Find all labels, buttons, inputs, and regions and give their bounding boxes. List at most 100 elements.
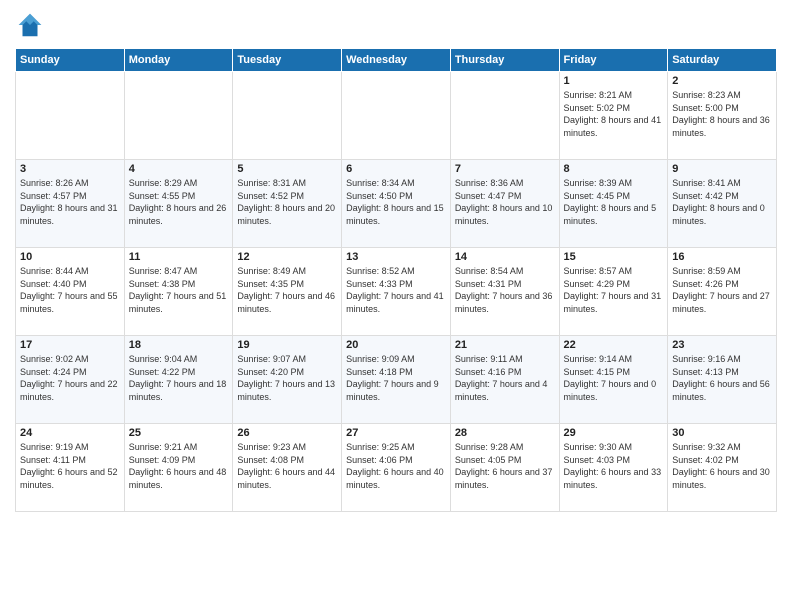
day-number: 8: [564, 163, 664, 175]
day-info: Sunrise: 9:21 AMSunset: 4:09 PMDaylight:…: [129, 441, 229, 491]
day-number: 18: [129, 339, 229, 351]
day-info: Sunrise: 9:09 AMSunset: 4:18 PMDaylight:…: [346, 353, 446, 403]
calendar-day-cell: 19 Sunrise: 9:07 AMSunset: 4:20 PMDayligh…: [233, 336, 342, 424]
day-number: 23: [672, 339, 772, 351]
calendar-day-cell: 17 Sunrise: 9:02 AMSunset: 4:24 PMDayligh…: [16, 336, 125, 424]
day-number: 26: [237, 427, 337, 439]
day-number: 24: [20, 427, 120, 439]
day-number: 4: [129, 163, 229, 175]
calendar-day-cell: 21 Sunrise: 9:11 AMSunset: 4:16 PMDayligh…: [450, 336, 559, 424]
calendar-day-cell: 10 Sunrise: 8:44 AMSunset: 4:40 PMDayligh…: [16, 248, 125, 336]
day-info: Sunrise: 8:54 AMSunset: 4:31 PMDaylight:…: [455, 265, 555, 315]
day-info: Sunrise: 9:02 AMSunset: 4:24 PMDaylight:…: [20, 353, 120, 403]
calendar-day-cell: [450, 72, 559, 160]
calendar-week-row: 17 Sunrise: 9:02 AMSunset: 4:24 PMDayligh…: [16, 336, 777, 424]
day-number: 19: [237, 339, 337, 351]
calendar-day-cell: 25Sunrise: 9:21 AMSunset: 4:09 PMDayligh…: [124, 424, 233, 512]
day-number: 1: [564, 75, 664, 87]
calendar-day-cell: [16, 72, 125, 160]
day-info: Sunrise: 8:36 AMSunset: 4:47 PMDaylight:…: [455, 177, 555, 227]
weekday-header: Thursday: [450, 49, 559, 72]
calendar-day-cell: 30 Sunrise: 9:32 AMSunset: 4:02 PMDayligh…: [668, 424, 777, 512]
day-info: Sunrise: 8:44 AMSunset: 4:40 PMDaylight:…: [20, 265, 120, 315]
calendar-week-row: 1Sunrise: 8:21 AMSunset: 5:02 PMDaylight…: [16, 72, 777, 160]
day-info: Sunrise: 9:32 AMSunset: 4:02 PMDaylight:…: [672, 441, 772, 491]
logo: [15, 10, 49, 40]
calendar-day-cell: 15 Sunrise: 8:57 AMSunset: 4:29 PMDayligh…: [559, 248, 668, 336]
day-info: Sunrise: 9:30 AMSunset: 4:03 PMDaylight:…: [564, 441, 664, 491]
day-info: Sunrise: 8:59 AMSunset: 4:26 PMDaylight:…: [672, 265, 772, 315]
weekday-header: Tuesday: [233, 49, 342, 72]
weekday-header: Saturday: [668, 49, 777, 72]
day-number: 30: [672, 427, 772, 439]
calendar-day-cell: 6 Sunrise: 8:34 AMSunset: 4:50 PMDaylight…: [342, 160, 451, 248]
main-container: SundayMondayTuesdayWednesdayThursdayFrid…: [0, 0, 792, 612]
day-number: 6: [346, 163, 446, 175]
day-info: Sunrise: 8:23 AMSunset: 5:00 PMDaylight:…: [672, 89, 772, 139]
weekday-header: Sunday: [16, 49, 125, 72]
day-info: Sunrise: 8:26 AMSunset: 4:57 PMDaylight:…: [20, 177, 120, 227]
day-number: 10: [20, 251, 120, 263]
day-number: 22: [564, 339, 664, 351]
day-number: 12: [237, 251, 337, 263]
calendar-day-cell: 20Sunrise: 9:09 AMSunset: 4:18 PMDayligh…: [342, 336, 451, 424]
day-info: Sunrise: 9:28 AMSunset: 4:05 PMDaylight:…: [455, 441, 555, 491]
calendar-day-cell: 9 Sunrise: 8:41 AMSunset: 4:42 PMDaylight…: [668, 160, 777, 248]
day-info: Sunrise: 9:04 AMSunset: 4:22 PMDaylight:…: [129, 353, 229, 403]
day-info: Sunrise: 8:49 AMSunset: 4:35 PMDaylight:…: [237, 265, 337, 315]
day-number: 14: [455, 251, 555, 263]
day-info: Sunrise: 9:11 AMSunset: 4:16 PMDaylight:…: [455, 353, 555, 403]
logo-icon: [15, 10, 45, 40]
calendar-week-row: 24 Sunrise: 9:19 AMSunset: 4:11 PMDayligh…: [16, 424, 777, 512]
calendar-header-row: SundayMondayTuesdayWednesdayThursdayFrid…: [16, 49, 777, 72]
day-info: Sunrise: 8:52 AMSunset: 4:33 PMDaylight:…: [346, 265, 446, 315]
calendar-day-cell: [233, 72, 342, 160]
calendar: SundayMondayTuesdayWednesdayThursdayFrid…: [15, 48, 777, 512]
day-number: 17: [20, 339, 120, 351]
calendar-day-cell: 2Sunrise: 8:23 AMSunset: 5:00 PMDaylight…: [668, 72, 777, 160]
calendar-day-cell: 27Sunrise: 9:25 AMSunset: 4:06 PMDayligh…: [342, 424, 451, 512]
day-number: 21: [455, 339, 555, 351]
day-info: Sunrise: 9:07 AMSunset: 4:20 PMDaylight:…: [237, 353, 337, 403]
weekday-header: Wednesday: [342, 49, 451, 72]
calendar-day-cell: 12 Sunrise: 8:49 AMSunset: 4:35 PMDayligh…: [233, 248, 342, 336]
calendar-day-cell: 24 Sunrise: 9:19 AMSunset: 4:11 PMDayligh…: [16, 424, 125, 512]
day-number: 29: [564, 427, 664, 439]
day-info: Sunrise: 8:29 AMSunset: 4:55 PMDaylight:…: [129, 177, 229, 227]
day-info: Sunrise: 8:39 AMSunset: 4:45 PMDaylight:…: [564, 177, 664, 227]
calendar-day-cell: 18 Sunrise: 9:04 AMSunset: 4:22 PMDayligh…: [124, 336, 233, 424]
calendar-day-cell: 8 Sunrise: 8:39 AMSunset: 4:45 PMDaylight…: [559, 160, 668, 248]
calendar-day-cell: 16 Sunrise: 8:59 AMSunset: 4:26 PMDayligh…: [668, 248, 777, 336]
day-number: 11: [129, 251, 229, 263]
weekday-header: Monday: [124, 49, 233, 72]
day-info: Sunrise: 8:41 AMSunset: 4:42 PMDaylight:…: [672, 177, 772, 227]
calendar-day-cell: 1Sunrise: 8:21 AMSunset: 5:02 PMDaylight…: [559, 72, 668, 160]
day-number: 3: [20, 163, 120, 175]
day-info: Sunrise: 8:57 AMSunset: 4:29 PMDaylight:…: [564, 265, 664, 315]
calendar-week-row: 3 Sunrise: 8:26 AMSunset: 4:57 PMDaylight…: [16, 160, 777, 248]
calendar-day-cell: 13 Sunrise: 8:52 AMSunset: 4:33 PMDayligh…: [342, 248, 451, 336]
calendar-day-cell: 14 Sunrise: 8:54 AMSunset: 4:31 PMDayligh…: [450, 248, 559, 336]
day-info: Sunrise: 9:14 AMSunset: 4:15 PMDaylight:…: [564, 353, 664, 403]
day-number: 5: [237, 163, 337, 175]
calendar-day-cell: 3 Sunrise: 8:26 AMSunset: 4:57 PMDaylight…: [16, 160, 125, 248]
calendar-day-cell: 26 Sunrise: 9:23 AMSunset: 4:08 PMDayligh…: [233, 424, 342, 512]
calendar-day-cell: 23 Sunrise: 9:16 AMSunset: 4:13 PMDayligh…: [668, 336, 777, 424]
day-info: Sunrise: 8:34 AMSunset: 4:50 PMDaylight:…: [346, 177, 446, 227]
day-number: 28: [455, 427, 555, 439]
day-info: Sunrise: 9:23 AMSunset: 4:08 PMDaylight:…: [237, 441, 337, 491]
calendar-day-cell: [124, 72, 233, 160]
day-info: Sunrise: 9:16 AMSunset: 4:13 PMDaylight:…: [672, 353, 772, 403]
day-number: 7: [455, 163, 555, 175]
day-number: 9: [672, 163, 772, 175]
calendar-day-cell: 22 Sunrise: 9:14 AMSunset: 4:15 PMDayligh…: [559, 336, 668, 424]
calendar-day-cell: 7 Sunrise: 8:36 AMSunset: 4:47 PMDaylight…: [450, 160, 559, 248]
day-info: Sunrise: 9:19 AMSunset: 4:11 PMDaylight:…: [20, 441, 120, 491]
day-number: 27: [346, 427, 446, 439]
day-number: 16: [672, 251, 772, 263]
calendar-day-cell: 11Sunrise: 8:47 AMSunset: 4:38 PMDayligh…: [124, 248, 233, 336]
calendar-day-cell: 29 Sunrise: 9:30 AMSunset: 4:03 PMDayligh…: [559, 424, 668, 512]
day-number: 13: [346, 251, 446, 263]
calendar-day-cell: 5Sunrise: 8:31 AMSunset: 4:52 PMDaylight…: [233, 160, 342, 248]
day-number: 15: [564, 251, 664, 263]
